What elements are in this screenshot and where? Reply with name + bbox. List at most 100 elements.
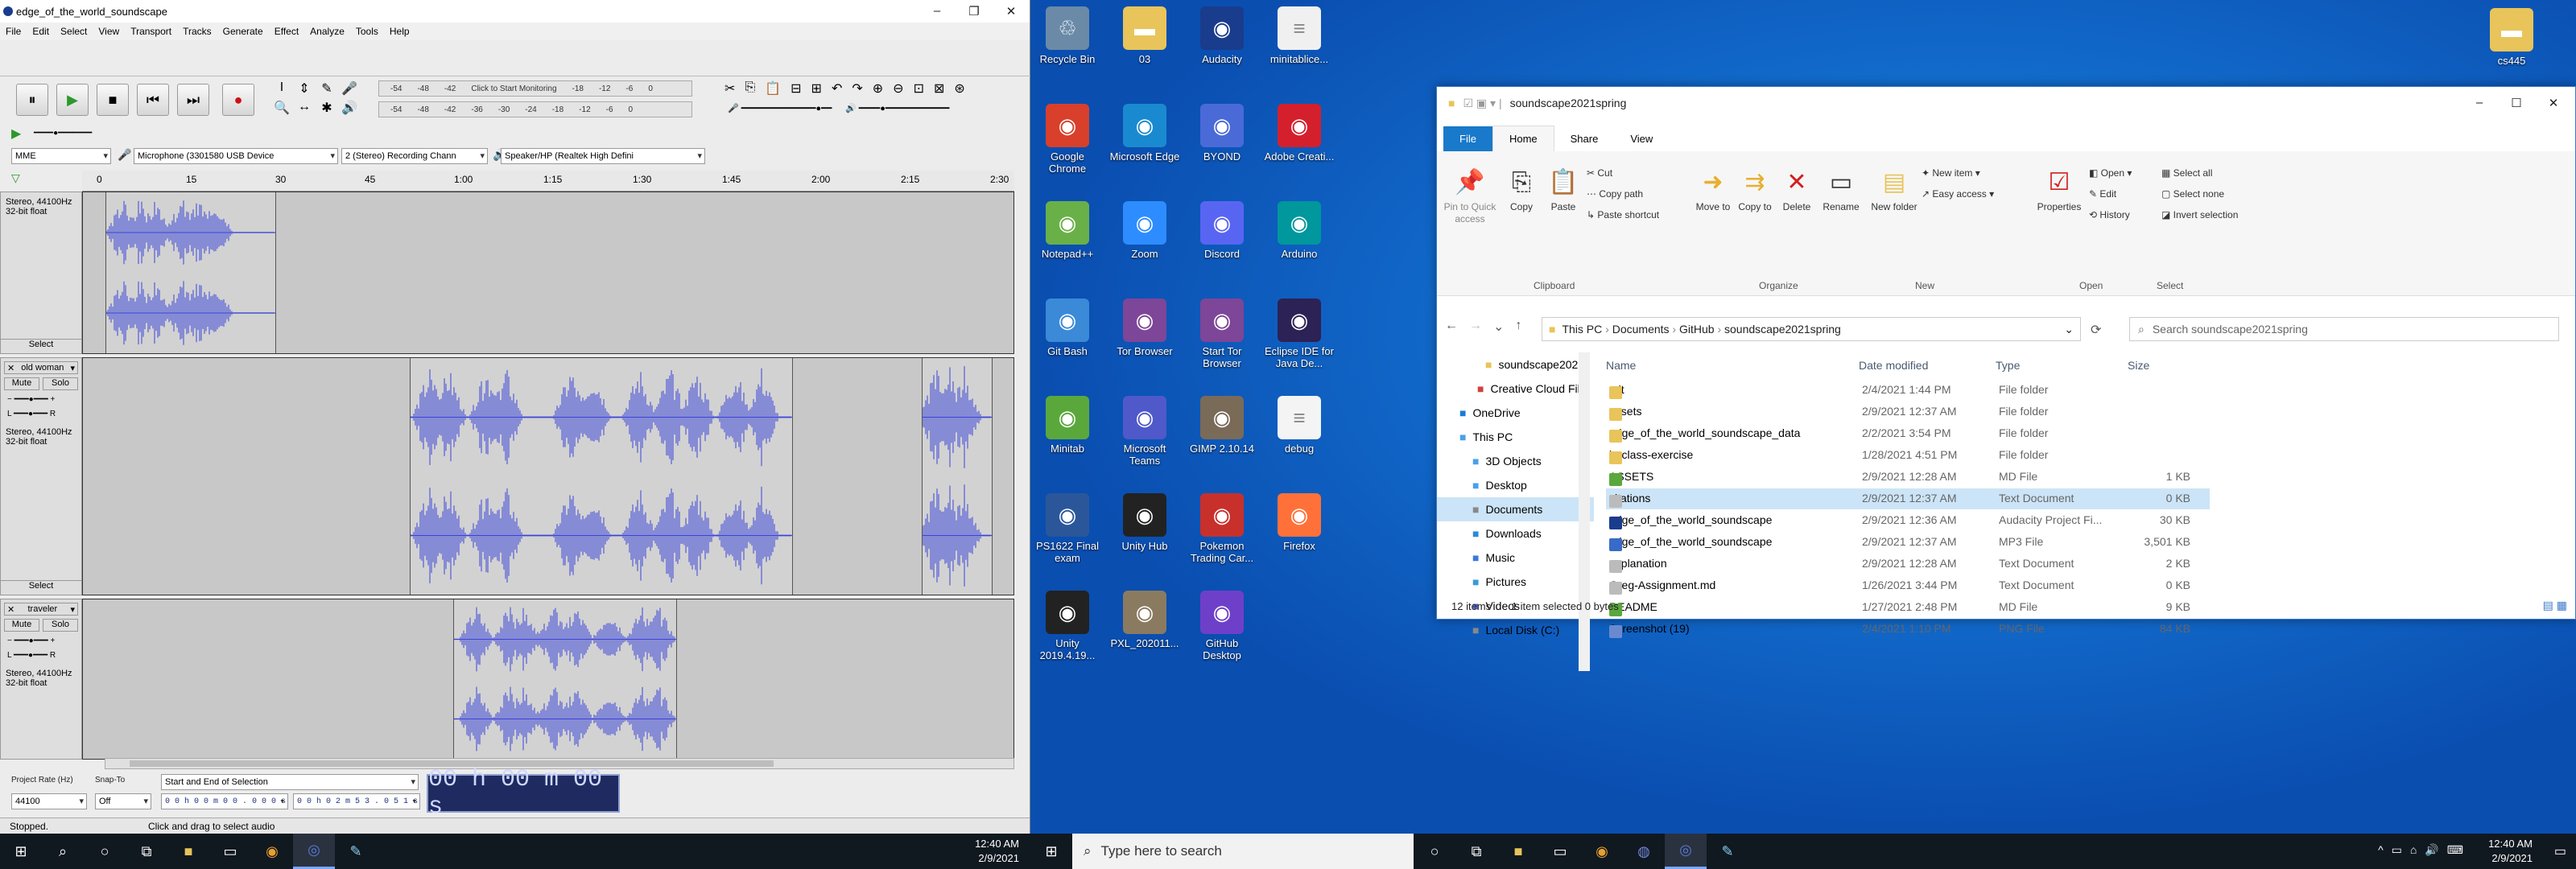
minimize-button[interactable]: – xyxy=(2461,96,2498,110)
multi-tool-icon[interactable]: ✱ xyxy=(316,100,338,119)
timeline-ruler[interactable]: 0 15 30 45 1:00 1:15 1:30 1:45 2:00 2:15 2:30 xyxy=(82,171,1014,192)
recent-icon[interactable]: ⌄ xyxy=(1493,319,1504,335)
desktop-icon-adobe-creati-[interactable]: ◉ Adobe Creati... xyxy=(1264,104,1335,163)
selection-end-field[interactable]: 0 0 h 0 2 m 5 3 . 0 5 1 s xyxy=(293,793,420,809)
track-waveform-area[interactable] xyxy=(82,357,1014,595)
pause-button[interactable]: ⏸ xyxy=(16,84,48,116)
edit-button[interactable]: ✎ Edit xyxy=(2089,188,2116,200)
trim-icon[interactable]: ⊟ xyxy=(791,80,801,98)
recording-device-select[interactable]: Microphone (3301580 USB Device xyxy=(134,148,338,164)
zoom-out-icon[interactable]: ⊖ xyxy=(893,80,903,98)
skip-start-button[interactable]: ⏮ xyxy=(137,84,169,116)
undo-icon[interactable]: ↶ xyxy=(832,80,842,98)
properties-button[interactable]: ☑ Properties xyxy=(2033,166,2086,213)
select-none-button[interactable]: ▢ Select none xyxy=(2161,188,2224,200)
draw-tool-icon[interactable]: ✎ xyxy=(316,80,338,100)
copy-icon[interactable]: ⎘ xyxy=(745,80,755,98)
audacity-taskbar-icon[interactable]: ◎ xyxy=(1665,834,1707,869)
mute-button[interactable]: Mute xyxy=(4,619,39,632)
desktop-icon-unity-hub[interactable]: ◉ Unity Hub xyxy=(1109,493,1180,552)
maximize-button[interactable]: ❐ xyxy=(956,4,993,19)
file-row[interactable]: in-class-exercise 1/28/2021 4:51 PM File f… xyxy=(1606,445,2210,466)
nav-item-desktop[interactable]: ■ Desktop xyxy=(1437,473,1594,497)
track-close-icon[interactable]: ✕ xyxy=(7,363,14,373)
snap-to-select[interactable]: Off xyxy=(95,793,151,809)
delete-button[interactable]: ✕ Delete xyxy=(1777,166,1817,213)
audio-clip[interactable] xyxy=(105,192,276,353)
track-control-panel[interactable]: Stereo, 44100Hz 32-bit float Select xyxy=(0,192,82,354)
up-icon[interactable]: ↑ xyxy=(1515,319,1521,335)
selection-mode-select[interactable]: Start and End of Selection xyxy=(161,774,419,790)
solo-button[interactable]: Solo xyxy=(43,377,78,390)
cut-button[interactable]: ✂ Cut xyxy=(1587,167,1612,179)
forward-icon[interactable]: → xyxy=(1469,319,1482,335)
column-type[interactable]: Type xyxy=(1996,359,2020,372)
tab-home[interactable]: Home xyxy=(1492,126,1554,151)
column-date[interactable]: Date modified xyxy=(1859,359,1928,372)
zoom-tool-icon[interactable]: 🔍 xyxy=(270,100,293,119)
desktop-icon-minitab[interactable]: ◉ Minitab xyxy=(1032,396,1103,455)
speaker-icon[interactable]: 🔊 xyxy=(338,100,361,119)
nav-item-downloads[interactable]: ■ Downloads xyxy=(1437,521,1594,546)
file-row[interactable]: edge_of_the_world_soundscape 2/9/2021 12:… xyxy=(1606,510,2210,531)
start-icon[interactable]: ⊞ xyxy=(1030,834,1072,869)
zoom-in-icon[interactable]: ⊕ xyxy=(873,80,883,98)
minimize-button[interactable]: – xyxy=(919,4,956,19)
file-row[interactable]: edge_of_the_world_soundscape 2/9/2021 12:… xyxy=(1606,532,2210,553)
menu-item-generate[interactable]: Generate xyxy=(217,26,269,37)
nav-item-pictures[interactable]: ■ Pictures xyxy=(1437,570,1594,594)
desktop-icon-tor-browser[interactable]: ◉ Tor Browser xyxy=(1109,299,1180,357)
play-button[interactable]: ▶ xyxy=(56,84,89,116)
track-menu-icon[interactable]: ▾ xyxy=(70,363,75,373)
notepad-taskbar-icon[interactable]: ✎ xyxy=(335,834,377,869)
nav-item-documents[interactable]: ■ Documents xyxy=(1437,497,1594,521)
keyboard-icon[interactable]: ⌨ xyxy=(2447,843,2463,857)
recording-volume-slider[interactable]: 🎤 ━━━━━━━━━━━━━━●━━ xyxy=(728,103,848,114)
track-select-button[interactable]: Select xyxy=(1,339,81,353)
desktop-icon-pokemon-trading-car-[interactable]: ◉ Pokemon Trading Car... xyxy=(1187,493,1257,564)
breadcrumb-item[interactable]: soundscape2021spring xyxy=(1724,323,1841,336)
desktop-icon-pxl-202011-[interactable]: ◉ PXL_202011... xyxy=(1109,591,1180,649)
copy-path-button[interactable]: ⋯ Copy path xyxy=(1587,188,1643,200)
zoom-toggle-icon[interactable]: ⊛ xyxy=(954,80,964,98)
nav-item-this-pc[interactable]: ■ This PC xyxy=(1437,425,1594,449)
desktop-icon-gimp-2-10-14[interactable]: ◉ GIMP 2.10.14 xyxy=(1187,396,1257,455)
audio-clip[interactable] xyxy=(453,599,677,759)
desktop-icon-microsoft-teams[interactable]: ◉ Microsoft Teams xyxy=(1109,396,1180,467)
timeline-options-icon[interactable]: ▽ xyxy=(11,171,20,185)
tab-file[interactable]: File xyxy=(1443,126,1492,151)
desktop-icon-03[interactable]: ▬ 03 xyxy=(1109,6,1180,65)
open-button[interactable]: ◧ Open ▾ xyxy=(2089,167,2132,179)
nav-item-soundscape2021[interactable]: ■ soundscape2021 xyxy=(1437,352,1594,377)
track-control-panel[interactable]: ✕ traveler ▾ Mute Solo − ━━━●━━━ + L ━━━… xyxy=(0,599,82,760)
skip-end-button[interactable]: ⏭ xyxy=(177,84,209,116)
tab-view[interactable]: View xyxy=(1614,126,1669,151)
desktop-icon-git-bash[interactable]: ◉ Git Bash xyxy=(1032,299,1103,357)
envelope-tool-icon[interactable]: ⇕ xyxy=(293,80,316,100)
nav-item-onedrive[interactable]: ■ OneDrive xyxy=(1437,401,1594,425)
new-folder-button[interactable]: ▤ New folder xyxy=(1870,166,1918,213)
rename-button[interactable]: ▭ Rename xyxy=(1818,166,1864,213)
track-waveform-area[interactable] xyxy=(82,599,1014,760)
track-control-panel[interactable]: ✕ old woman ▾ Mute Solo − ━━━●━━━ + L ━━… xyxy=(0,357,82,595)
view-toggle-icons[interactable]: ▤ ▦ xyxy=(2543,599,2567,612)
battery-icon[interactable]: ▭ xyxy=(2392,843,2402,857)
refresh-icon[interactable]: ⟳ xyxy=(2091,322,2101,338)
file-row[interactable]: README 1/27/2021 2:48 PM MD File 9 KB xyxy=(1606,597,2210,618)
breadcrumb-item[interactable]: GitHub xyxy=(1679,323,1715,336)
desktop-icon-debug[interactable]: ≡ debug xyxy=(1264,396,1335,455)
task-view-icon[interactable]: ⧉ xyxy=(1455,834,1497,869)
chevron-down-icon[interactable]: ⌄ xyxy=(2064,323,2074,336)
track-select-button[interactable]: Select xyxy=(1,580,81,595)
network-icon[interactable]: ⌂ xyxy=(2410,843,2417,857)
play-at-speed-icon[interactable]: ▶ xyxy=(11,126,21,142)
maximize-button[interactable]: ☐ xyxy=(2498,96,2535,110)
breadcrumb-item[interactable]: This PC xyxy=(1562,323,1602,336)
file-row[interactable]: edge_of_the_world_soundscape_data 2/2/202… xyxy=(1606,423,2210,444)
audio-position-display[interactable]: 00 h 00 m 00 s xyxy=(427,766,620,821)
history-button[interactable]: ⟲ History xyxy=(2089,209,2130,220)
taskbar-clock[interactable]: 12:40 AM 2/9/2021 xyxy=(2488,837,2533,866)
chrome-icon[interactable]: ◉ xyxy=(1581,834,1623,869)
cortana-icon[interactable]: ○ xyxy=(1414,834,1455,869)
desktop-icon-notepad-[interactable]: ◉ Notepad++ xyxy=(1032,201,1103,260)
